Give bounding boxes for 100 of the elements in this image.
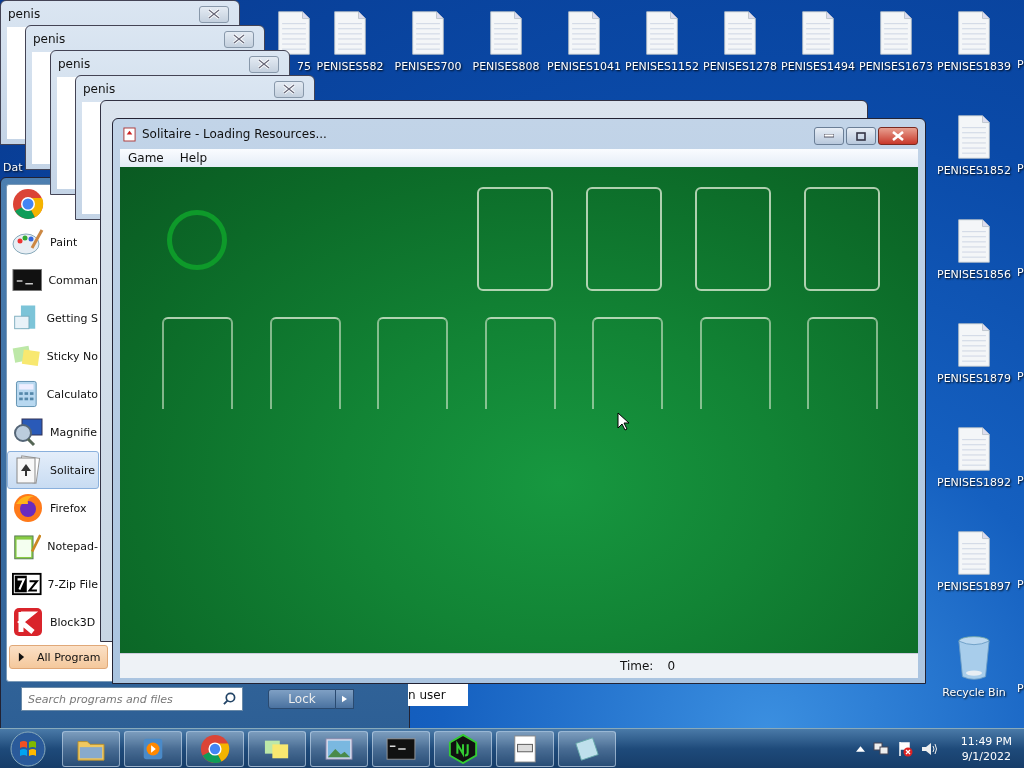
desktop-icon-label[interactable]: PENISES700 (394, 60, 462, 74)
card-slot[interactable] (269, 317, 341, 409)
flag-alert-icon[interactable] (896, 741, 913, 757)
document-icon (512, 734, 538, 764)
start-menu-item[interactable]: Block3D (7, 603, 97, 641)
desktop-icon-label[interactable]: P (1017, 370, 1024, 384)
desktop-icon-label[interactable]: P (1017, 578, 1024, 592)
start-button[interactable] (10, 731, 46, 767)
card-slot[interactable] (699, 317, 771, 409)
desktop-icon-label[interactable]: PENISES1879 (937, 372, 1011, 386)
start-menu-item[interactable]: Notepad- (7, 527, 99, 565)
desktop-icon-label[interactable]: PENISES1673 (859, 60, 933, 74)
desktop-icon-label[interactable]: PENISES1856 (937, 268, 1011, 282)
desktop-icon-label[interactable]: PENISES808 (472, 60, 540, 74)
menu-item[interactable]: Help (179, 151, 208, 165)
maximize-button[interactable] (846, 127, 876, 145)
desktop-icon-label[interactable]: P (1017, 162, 1024, 176)
desktop-icon-label[interactable]: 75 (297, 60, 311, 74)
taskbar-button[interactable] (558, 731, 616, 767)
show-hidden-icons-icon[interactable] (855, 746, 865, 752)
card-slot[interactable] (807, 317, 878, 409)
start-menu-item[interactable]: Firefox (7, 489, 88, 527)
card-slot[interactable] (377, 317, 448, 409)
desktop-icon-label[interactable]: PENISES582 (316, 60, 384, 74)
chrome-icon (12, 188, 44, 220)
taskbar-button[interactable] (496, 731, 554, 767)
taskbar-button[interactable] (248, 731, 306, 767)
clock[interactable]: 11:49 PM 9/1/2022 (960, 734, 1012, 764)
text-file-icon[interactable] (411, 10, 445, 56)
start-menu-item[interactable]: Comman (7, 261, 99, 299)
desktop-icon-label[interactable]: PENISES1041 (547, 60, 621, 74)
speaker-icon[interactable] (920, 741, 937, 757)
menu-item[interactable]: Game (128, 151, 164, 165)
start-menu-item[interactable]: Getting S (7, 299, 99, 337)
arrow-icon (18, 652, 25, 662)
desktop-icon-label[interactable]: Dat (3, 161, 23, 175)
text-file-icon[interactable] (645, 10, 679, 56)
hexagon-icon (448, 734, 478, 764)
photo-viewer-icon (324, 736, 354, 762)
close-button[interactable] (878, 127, 918, 145)
taskbar-button[interactable] (372, 731, 430, 767)
text-file-icon[interactable] (723, 10, 757, 56)
desktop-icon-label[interactable]: PENISES1278 (703, 60, 777, 74)
start-menu-item[interactable]: Paint (7, 223, 79, 261)
text-file-icon[interactable] (489, 10, 523, 56)
text-file-icon[interactable] (957, 114, 991, 160)
window-title: penis (58, 57, 91, 71)
desktop-icon-label[interactable]: PENISES1152 (625, 60, 699, 74)
desktop-icon-label[interactable]: Recycle Bin (942, 686, 1006, 700)
start-menu-item[interactable]: Solitaire (7, 451, 99, 489)
start-menu-item[interactable]: Magnifie (7, 413, 98, 451)
desktop-icon-label[interactable]: P (1017, 474, 1024, 488)
desktop-icon-label[interactable]: PENISES1839 (937, 60, 1011, 74)
recycle-bin-icon[interactable] (955, 634, 993, 682)
desktop-icon-label[interactable]: PENISES1852 (937, 164, 1011, 178)
text-file-icon[interactable] (567, 10, 601, 56)
desktop-icon-label[interactable]: P (1017, 682, 1024, 696)
network-icon[interactable] (872, 741, 889, 757)
desktop-icon-label[interactable]: PENISES1494 (781, 60, 855, 74)
window-title: Solitaire - Loading Resources... (142, 127, 328, 141)
taskbar-button[interactable] (310, 731, 368, 767)
text-file-icon[interactable] (957, 218, 991, 264)
search-field[interactable]: Search programs and files (21, 687, 243, 711)
card-slot[interactable] (477, 187, 553, 291)
card-slot[interactable] (695, 187, 771, 291)
text-file-icon[interactable] (879, 10, 913, 56)
desktop-icon-label[interactable]: PENISES1897 (937, 580, 1011, 594)
close-button[interactable] (199, 5, 229, 23)
taskbar-button[interactable] (62, 731, 120, 767)
menu-item[interactable]: n user (408, 684, 468, 706)
taskbar-button[interactable] (186, 731, 244, 767)
shutdown-options-button[interactable] (336, 689, 354, 709)
text-file-icon[interactable] (333, 10, 367, 56)
taskbar-button[interactable] (124, 731, 182, 767)
text-file-icon[interactable] (957, 426, 991, 472)
playing-card-icon (123, 126, 136, 142)
close-button[interactable] (274, 80, 304, 98)
minimize-button[interactable] (814, 127, 844, 145)
desktop-icon-label[interactable]: P (1017, 266, 1024, 280)
text-file-icon[interactable] (957, 530, 991, 576)
close-button[interactable] (224, 30, 254, 48)
search-icon (223, 692, 236, 705)
close-button[interactable] (249, 55, 279, 73)
desktop-icon-label[interactable]: P (1017, 58, 1024, 72)
start-menu-item[interactable]: 7-Zip File (7, 565, 99, 603)
start-menu-item[interactable]: Calculato (7, 375, 99, 413)
text-file-icon[interactable] (957, 10, 991, 56)
taskbar-button[interactable] (434, 731, 492, 767)
close-icon (283, 84, 295, 94)
desktop-icon-label[interactable]: PENISES1892 (937, 476, 1011, 490)
card-slot[interactable] (586, 187, 662, 291)
chrome-icon (200, 734, 230, 764)
card-slot[interactable] (804, 187, 880, 291)
card-slot[interactable] (162, 317, 233, 409)
text-file-icon[interactable] (801, 10, 835, 56)
window-title: penis (8, 7, 41, 21)
all-programs-button[interactable]: All Program (9, 645, 108, 669)
start-menu-item[interactable]: Sticky No (7, 337, 99, 375)
text-file-icon[interactable] (277, 10, 311, 56)
text-file-icon[interactable] (957, 322, 991, 368)
